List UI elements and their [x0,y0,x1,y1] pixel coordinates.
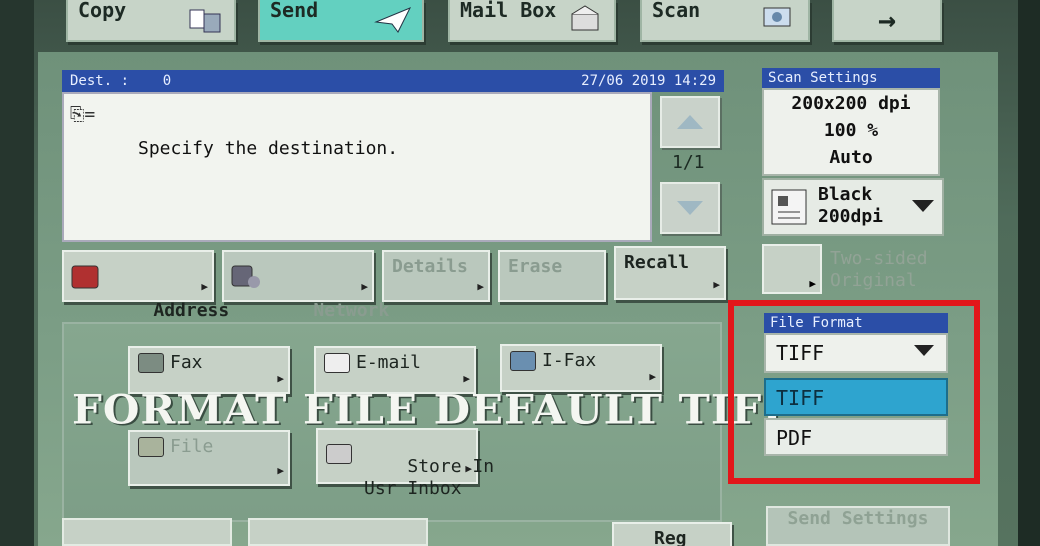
scroll-down-button[interactable] [660,182,720,234]
network-address-book-button[interactable]: Network Add.Book▶ [222,250,389,343]
triangle-down-icon [677,201,703,215]
reg-button[interactable]: Reg [612,522,732,546]
recall-button[interactable]: Recall ▶ [614,246,726,300]
file-format-option-pdf[interactable]: PDF [764,418,948,456]
email-icon [324,353,350,373]
device-screen: Copy Send Mail Box Scan → Dest. : 0 27/0… [0,0,1040,546]
page-indicator: 1/1 [672,152,705,173]
tab-mail-box-label: Mail Box [460,0,557,22]
send-settings-button[interactable]: Send Settings [766,506,950,546]
datetime: 27/06 2019 14:29 [581,73,716,89]
ifax-icon [510,351,536,371]
scan-settings-title: Scan Settings [762,68,940,88]
tab-copy[interactable]: Copy [66,0,236,42]
bottom-button-1[interactable] [62,518,232,546]
network-book-icon [231,265,260,288]
destination-list[interactable]: ⎘= Specify the destination. [62,92,652,242]
arrow-right-icon: → [877,2,897,38]
file-format-select[interactable]: TIFF [764,333,948,373]
store-in-user-inbox-button[interactable]: Store In Usr Inbox ▶ [316,428,494,499]
scan-icon [763,7,791,27]
mailbox-icon [571,5,599,31]
destination-header: Dest. : 0 27/06 2019 14:29 [62,70,724,92]
triangle-up-icon [677,115,703,129]
chevron-down-icon [912,200,934,212]
tab-scan[interactable]: Scan [640,0,810,42]
file-format-option-tiff[interactable]: TIFF [764,378,948,416]
zoom-value: 100 % [823,120,879,141]
destination-hint: Specify the destination. [138,138,399,159]
ifax-button[interactable]: I-Fax ▶ [500,344,662,392]
two-sided-original-button[interactable]: ▶ [762,244,822,294]
mode-value: Auto [829,147,873,168]
bottom-button-2[interactable] [248,518,428,546]
tab-send[interactable]: Send [258,0,424,42]
triangle-icon: ▶ [809,277,816,290]
details-button[interactable]: Details ▶ [382,250,490,302]
tab-mail-box[interactable]: Mail Box [448,0,616,42]
document-icon [771,189,807,225]
tab-copy-label: Copy [78,0,127,22]
color-mode-dpi: 200dpi [818,206,884,227]
destination-count: Dest. : 0 [70,73,172,89]
inbox-icon [326,444,352,464]
address-book-button[interactable]: Address Book▶ [62,250,229,343]
file-format-value: TIFF [776,341,825,365]
color-mode-select[interactable]: Black 200dpi [762,178,944,236]
bezel-left [0,0,34,546]
file-format-title: File Format [764,313,948,333]
two-sided-original-label: Two-sided Original [830,248,928,291]
tab-scan-label: Scan [652,0,701,22]
overlay-caption: FORMAT FILE DEFAULT TIFF [72,386,794,433]
resolution-value: 200x200 dpi [791,93,911,114]
fax-machine-icon: ⎘= [70,104,96,125]
next-page-button[interactable]: → [832,0,942,42]
chevron-down-icon [914,345,934,356]
scroll-up-button[interactable] [660,96,720,148]
copy-icon [189,9,221,33]
tab-send-label: Send [270,0,319,22]
paper-plane-icon [374,7,412,33]
file-icon [138,437,164,457]
bezel-right [1018,0,1040,546]
erase-button[interactable]: Erase [498,250,606,302]
color-mode-value: Black [818,184,873,205]
fax-icon [138,353,164,373]
address-book-icon [71,265,99,289]
file-button[interactable]: File ▶ [128,430,290,486]
scan-settings-button[interactable]: 200x200 dpi 100 % Auto [762,88,940,176]
